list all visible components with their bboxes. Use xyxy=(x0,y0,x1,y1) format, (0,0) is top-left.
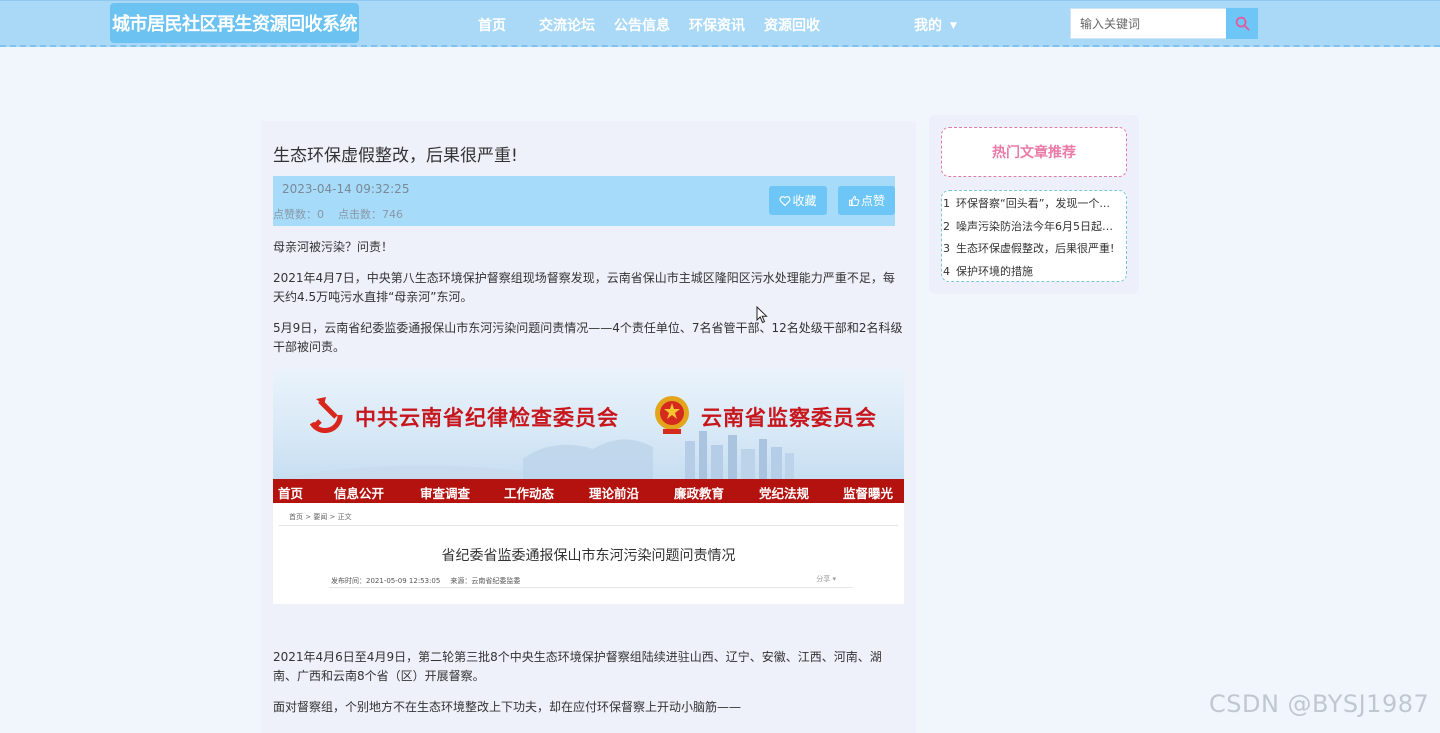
hot-article-num: 3 xyxy=(943,242,950,255)
nav-env-news[interactable]: 环保资讯 xyxy=(689,15,745,35)
nav-mine-label: 我的 xyxy=(914,18,942,34)
hot-article-title: 保护环境的措施 xyxy=(956,264,1033,278)
nav-notices[interactable]: 公告信息 xyxy=(614,15,670,35)
mouse-cursor-icon xyxy=(756,306,768,324)
site-title[interactable]: 城市居民社区再生资源回收系统 xyxy=(110,3,359,43)
hot-article-title: 环保督察“回头看”，发现一个... xyxy=(956,197,1110,210)
hot-article-item[interactable]: 1 环保督察“回头看”，发现一个... xyxy=(942,193,1126,216)
image-nav-bar: 首页 信息公开 审查调查 工作动态 理论前沿 廉政教育 党纪法规 监督曝光 xyxy=(273,479,904,503)
hot-article-num: 2 xyxy=(943,219,950,233)
article-meta-bar: 2023-04-14 09:32:25 点赞数：0 点击数：746 收藏 点赞 xyxy=(273,176,895,226)
article-paragraph: 面对督察组，个别地方不在生态环境整改上下功夫，却在应付环保督察上开动小脑筋—— xyxy=(273,700,742,714)
image-article-meta: 发布时间：2021-05-09 12:53:05 来源：云南省纪委监委 xyxy=(331,576,520,586)
article-date: 2023-04-14 09:32:25 xyxy=(282,182,410,196)
hot-articles-list: 1 环保督察“回头看”，发现一个... 2 噪声污染防治法今年6月5日起施... 3… xyxy=(941,190,1127,282)
image-org-name-1: 中共云南省纪律检查委员会 xyxy=(355,406,619,430)
favorite-label: 收藏 xyxy=(792,194,817,208)
nav-mine-dropdown[interactable]: 我的 ▼ xyxy=(914,15,957,35)
caret-down-icon: ▼ xyxy=(950,21,957,31)
image-nav-item: 监督曝光 xyxy=(843,486,894,501)
image-divider xyxy=(329,587,853,588)
image-nav-item: 工作动态 xyxy=(504,486,555,501)
hot-articles-sidebar: 热门文章推荐 1 环保督察“回头看”，发现一个... 2 噪声污染防治法今年6月5日… xyxy=(929,115,1139,294)
favorite-button[interactable]: 收藏 xyxy=(769,186,827,215)
national-emblem-icon xyxy=(655,396,689,434)
article-counts: 点赞数：0 点击数：746 xyxy=(273,206,403,222)
image-nav-item: 审查调查 xyxy=(420,486,471,501)
image-nav-item: 理论前沿 xyxy=(589,486,640,501)
like-button[interactable]: 点赞 xyxy=(838,186,895,215)
article-title: 生态环保虚假整改，后果很严重! xyxy=(273,146,518,166)
article-paragraph: 2021年4月7日，中央第八生态环境保护督察组现场督察发现，云南省保山市主城区隆… xyxy=(273,271,895,304)
nav-recycling[interactable]: 资源回收 xyxy=(764,15,820,35)
image-publish-time: 发布时间：2021-05-09 12:53:05 xyxy=(331,577,441,585)
image-nav-item: 廉政教育 xyxy=(674,486,725,501)
nav-forum[interactable]: 交流论坛 xyxy=(539,15,595,35)
nav-home[interactable]: 首页 xyxy=(478,15,506,35)
image-source: 来源：云南省纪委监委 xyxy=(450,577,521,585)
article-paragraph: 2021年4月6日至4月9日，第二轮第三批8个中央生态环境保护督察组陆续进驻山西… xyxy=(273,650,882,683)
click-count: 点击数：746 xyxy=(338,208,403,221)
image-nav-item: 首页 xyxy=(278,486,304,501)
image-breadcrumb: 首页 > 要闻 > 正文 xyxy=(289,513,352,521)
image-divider xyxy=(279,525,898,526)
hot-article-item[interactable]: 2 噪声污染防治法今年6月5日起施... xyxy=(942,216,1126,239)
article-image: 中共云南省纪律检查委员会 云南省监察委员会 首页 信息公开 审查调查 工作动态 … xyxy=(273,369,904,604)
hot-articles-header: 热门文章推荐 xyxy=(941,127,1127,177)
image-nav-item: 信息公开 xyxy=(334,486,385,501)
image-share: 分享 ▾ xyxy=(816,575,836,583)
image-banner: 中共云南省纪律检查委员会 云南省监察委员会 xyxy=(273,369,904,479)
article-paragraph: 母亲河被污染？问责！ xyxy=(273,240,394,254)
hot-article-title: 生态环保虚假整改，后果很严重! xyxy=(956,242,1115,255)
hot-article-num: 1 xyxy=(943,197,950,210)
article-paragraph: 5月9日，云南省纪委监委通报保山市东河污染问题问责情况——4个责任单位、7名省管… xyxy=(273,321,903,354)
like-count: 点赞数：0 xyxy=(273,208,324,221)
hot-article-item[interactable]: 4 保护环境的措施 xyxy=(942,261,1126,284)
hot-article-num: 4 xyxy=(943,264,950,278)
image-org-name-2: 云南省监察委员会 xyxy=(701,406,877,430)
search-input[interactable] xyxy=(1070,8,1227,39)
hot-article-title: 噪声污染防治法今年6月5日起施... xyxy=(956,219,1124,233)
image-nav-item: 党纪法规 xyxy=(759,486,810,501)
top-navbar: 城市居民社区再生资源回收系统 首页 交流论坛 公告信息 环保资讯 资源回收 我的… xyxy=(0,0,1440,47)
hot-article-item[interactable]: 3 生态环保虚假整改，后果很严重! xyxy=(942,238,1126,261)
thumbs-up-icon xyxy=(848,195,860,206)
party-emblem-icon xyxy=(309,397,343,433)
article-panel: 生态环保虚假整改，后果很严重! 2023-04-14 09:32:25 点赞数：… xyxy=(261,121,916,733)
search-icon xyxy=(1235,16,1249,31)
like-label: 点赞 xyxy=(860,194,885,208)
search-button[interactable] xyxy=(1226,8,1258,39)
watermark: CSDN @BYSJ1987 xyxy=(1209,690,1430,718)
image-article-title: 省纪委省监委通报保山市东河污染问题问责情况 xyxy=(441,548,736,564)
heart-icon xyxy=(780,195,791,206)
